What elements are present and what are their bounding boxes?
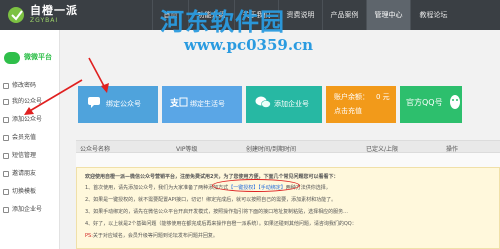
- lock-icon: [3, 83, 9, 89]
- column-header: VIP等级: [176, 146, 198, 153]
- logo-subtext: ZGYBAI: [30, 17, 59, 24]
- site-logo[interactable]: 自橙一派 ZGYBAI: [2, 0, 152, 30]
- highlight-circle: [212, 179, 300, 192]
- column-header: 创建时间/到期时间: [246, 146, 297, 153]
- plus-icon: [3, 117, 9, 123]
- accounts-table-header: 公众号名称 VIP等级 创建时间/到期时间 已定义/上限 操作: [76, 140, 500, 153]
- action-cards: 绑定公众号 支 绑定生活号 添加企业号 账户余额： 0 元 点击充值 官方QQ号: [78, 86, 466, 123]
- account-balance-card[interactable]: 账户余额： 0 元 点击充值: [326, 86, 396, 123]
- logo-text: 自橙一派: [30, 4, 78, 17]
- card-pointer-arrow-icon: [88, 57, 109, 93]
- watermark-title: 河东软件园: [160, 7, 285, 36]
- recharge-link[interactable]: 点击充值: [334, 106, 362, 116]
- notice-line-5-text: 关于对应域名，会员升级等问题到论坛发布问题并回复。: [92, 233, 218, 239]
- sidebar-item-label: 添加企业号: [12, 206, 43, 213]
- sidebar-pointer-arrow-icon: [24, 79, 83, 115]
- nav-item-forum[interactable]: 教程论坛: [410, 0, 456, 30]
- sidebar-item-label: 邀请朋友: [12, 170, 37, 177]
- sidebar-item-label: 会员充值: [12, 134, 37, 141]
- notice-line-5: PS:关于对应域名，会员升级等问题到论坛发布问题并回复。: [85, 232, 218, 239]
- column-header: 已定义/上限: [366, 146, 399, 153]
- chat-bubble-icon: [88, 97, 100, 108]
- template-icon: [3, 189, 9, 195]
- wechat-logo-icon: [255, 96, 271, 108]
- column-header: 公众号名称: [80, 146, 111, 153]
- accounts-table-body: [76, 153, 500, 167]
- coin-icon: [3, 135, 9, 141]
- sidebar-brand: 微微平台: [2, 50, 58, 66]
- list-icon: [3, 99, 9, 105]
- official-qq-card[interactable]: 官方QQ号: [400, 86, 462, 123]
- logo-mark-icon: [8, 7, 24, 23]
- svg-text:支: 支: [170, 97, 180, 108]
- notice-line-2: 2、如果是一键授权的，就不需要配置API接口，切记！绑定完成后，就可以按照自己的…: [85, 197, 337, 203]
- brand-bubble-icon: [4, 52, 20, 64]
- bind-life-account-card[interactable]: 支 绑定生活号: [162, 86, 242, 123]
- sidebar-brand-text: 微微平台: [24, 53, 52, 61]
- add-enterprise-card[interactable]: 添加企业号: [246, 86, 322, 123]
- sidebar-item-enterprise[interactable]: 添加企业号: [0, 202, 60, 218]
- notice-line-1-prefix: 1、首次使用，请先添加公众号，我们为大家准备了两种添加方式: [85, 185, 229, 191]
- card-label: 绑定生活号: [190, 100, 225, 108]
- sidebar-item-recharge[interactable]: 会员充值: [0, 130, 60, 146]
- sidebar-item-template[interactable]: 切换模板: [0, 184, 60, 200]
- card-label: 官方QQ号: [406, 98, 443, 107]
- nav-item-management[interactable]: 管理中心: [366, 0, 410, 30]
- welcome-notice: 欢迎使用自橙一派—微信公众号营销平台，注册免费试用2天，为了您使用方便，下面几个…: [76, 167, 500, 249]
- watermark-url: www.pc0359.cn: [184, 36, 314, 54]
- sidebar-item-label: 切换模板: [12, 188, 37, 195]
- plus-icon: [3, 207, 9, 213]
- sidebar-item-invite[interactable]: 邀请朋友: [0, 166, 60, 182]
- sidebar-item-sms[interactable]: 短信管理: [0, 148, 60, 164]
- card-label: 账户余额：: [334, 93, 369, 101]
- sms-icon: [3, 153, 9, 159]
- card-label: 绑定公众号: [106, 100, 141, 108]
- user-icon: [3, 171, 9, 177]
- qq-penguin-icon: [450, 95, 460, 109]
- notice-title: 欢迎使用自橙一派—微信公众号营销平台，注册免费试用2天，为了您使用方便，下面几个…: [85, 174, 339, 180]
- ps-label: PS:: [85, 233, 93, 239]
- card-label: 添加企业号: [274, 100, 309, 108]
- notice-line-4: 4、好了，以上就是2个基础问题（能够使用在都完成后再来操作自橙一派系统）。如果还…: [85, 221, 357, 227]
- notice-line-3: 3、如果手动绑定的，请先在微信公众平台开启开发模式，按照操作指引将下面的接口地址…: [85, 209, 348, 215]
- nav-item-cases[interactable]: 产品案例: [322, 0, 366, 30]
- sidebar: 微微平台 修改密码 我的公众号 添加公众号 会员充值 短信管理 邀请朋友 切换模…: [0, 30, 60, 249]
- sidebar-item-label: 短信管理: [12, 152, 37, 159]
- balance-value: 0 元: [376, 93, 390, 101]
- alipay-logo-icon: 支: [170, 97, 188, 108]
- column-header: 操作: [446, 146, 459, 153]
